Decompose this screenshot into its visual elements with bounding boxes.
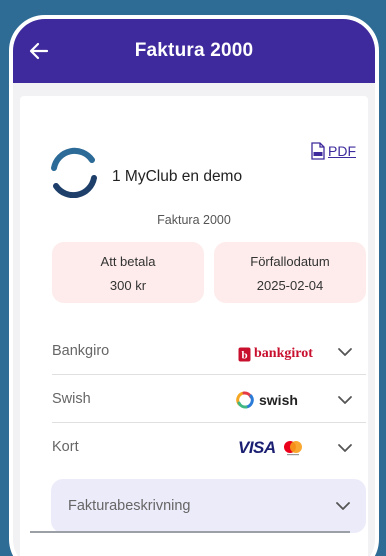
amount-value: 300 kr — [109, 278, 147, 293]
amount-label: Att betala — [100, 254, 156, 269]
chevron-down-icon — [338, 444, 352, 452]
chevron-down-icon — [338, 348, 352, 356]
description-label: Fakturabeskrivning — [68, 498, 191, 514]
payment-label: Kort — [52, 439, 79, 455]
invoice-card: 1 MyClub en demo PDF Faktura 2000 Att be… — [20, 96, 368, 556]
mastercard-icon — [283, 441, 302, 456]
club-logo-icon — [51, 147, 97, 198]
invoice-title: Faktura 2000 — [157, 213, 231, 227]
pdf-file-icon — [311, 142, 325, 160]
app-window: Faktura 2000 1 MyClub en demo PDF Faktur… — [9, 15, 379, 556]
swish-text: swish — [259, 392, 298, 408]
chevron-down-icon — [336, 502, 350, 510]
visa-mastercard-logo: VISA — [238, 437, 304, 459]
due-date-value: 2025-02-04 — [256, 278, 324, 293]
visa-text: VISA — [238, 438, 276, 457]
payment-row-card[interactable]: Kort VISA — [52, 424, 366, 471]
swish-mark-icon — [236, 391, 254, 409]
due-date-label: Förfallodatum — [250, 254, 330, 269]
payment-row-bankgiro[interactable]: Bankgiro b bankgirot — [52, 328, 366, 375]
chevron-down-icon — [338, 396, 352, 404]
bankgirot-logo: b bankgirot — [238, 343, 313, 365]
invoice-description-accordion[interactable]: Fakturabeskrivning — [51, 479, 366, 533]
svg-text:b: b — [241, 349, 247, 361]
organization-row: 1 MyClub en demo — [48, 146, 348, 202]
payment-label: Bankgiro — [52, 343, 110, 359]
page-title: Faktura 2000 — [134, 40, 254, 61]
pdf-download-link[interactable]: PDF — [310, 142, 356, 160]
payment-label: Swish — [52, 391, 91, 407]
home-indicator — [30, 531, 350, 533]
app-header: Faktura 2000 — [13, 19, 375, 83]
organization-name: 1 MyClub en demo — [112, 168, 243, 185]
bankgirot-text: bankgirot — [254, 346, 313, 361]
pdf-label: PDF — [328, 143, 356, 159]
amount-box: Att betala 300 kr — [52, 242, 204, 303]
swish-logo: swish — [235, 389, 298, 411]
payment-row-swish[interactable]: Swish swish — [52, 376, 366, 423]
due-date-box: Förfallodatum 2025-02-04 — [214, 242, 366, 303]
bankgirot-mark-icon: b — [238, 347, 251, 361]
